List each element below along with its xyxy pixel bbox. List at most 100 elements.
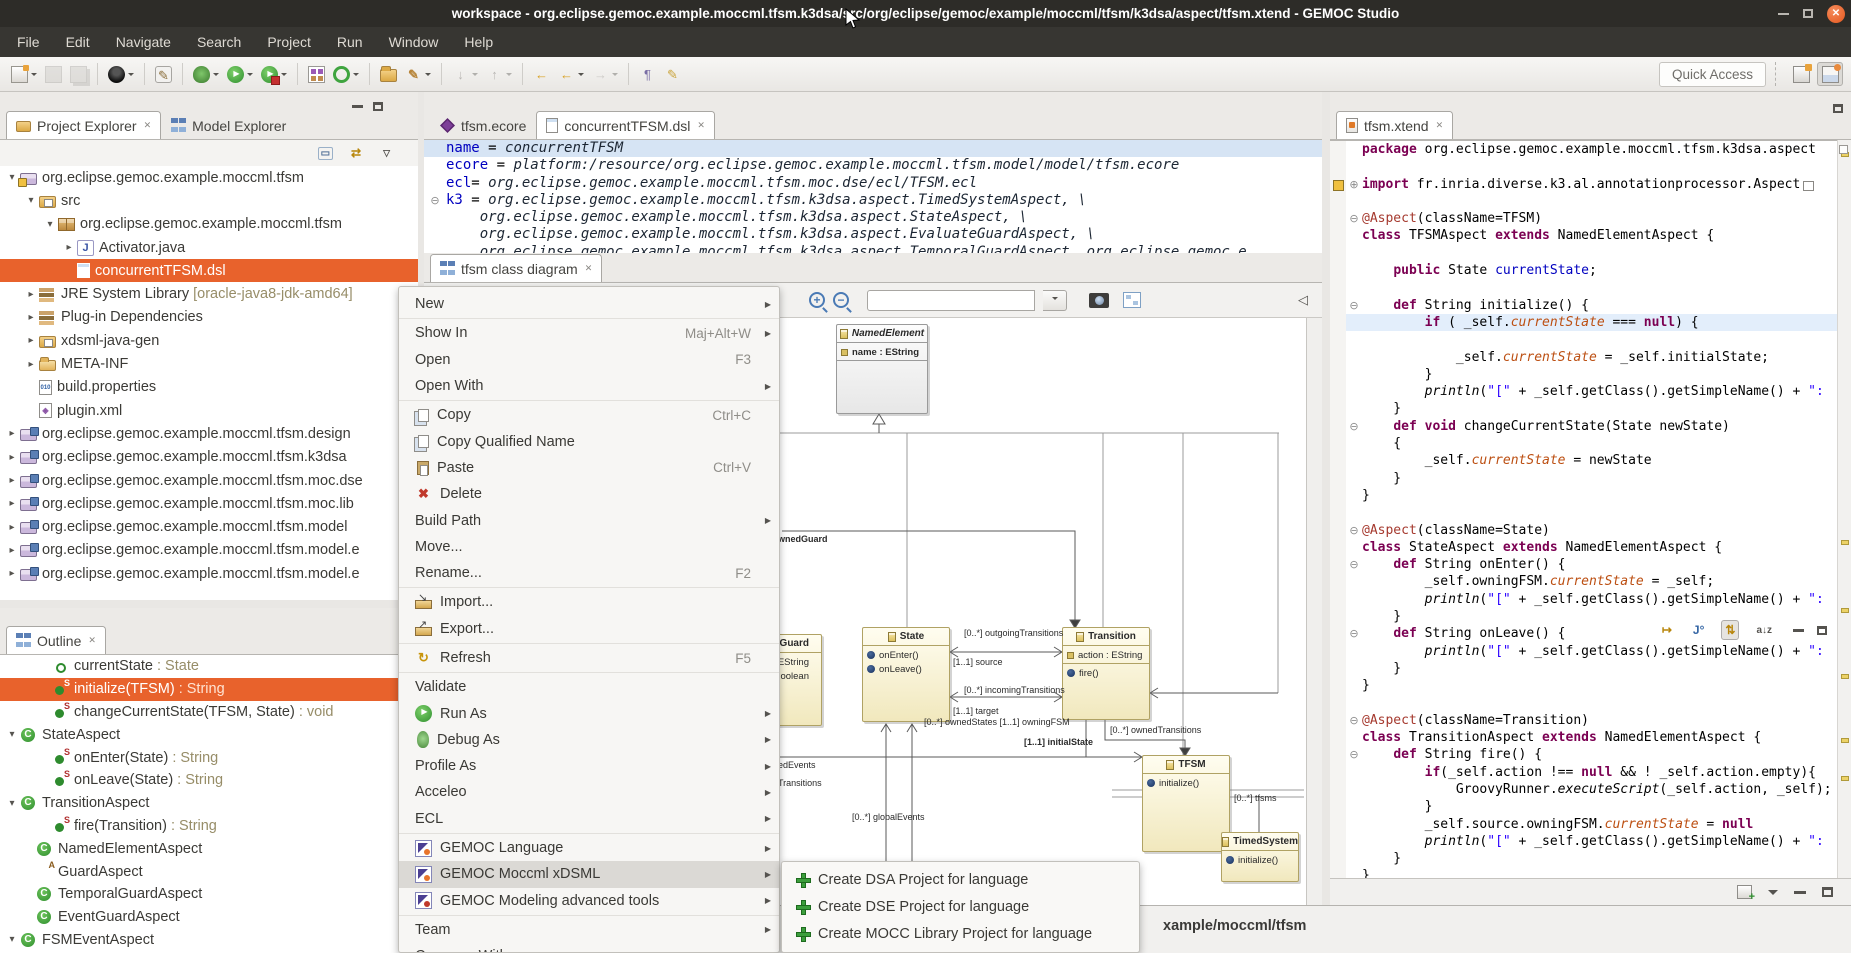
code-line[interactable]: if(_self.action !== null && ! _self.acti… [1330, 764, 1851, 781]
outline-item-namedelementaspect[interactable]: NamedElementAspect [0, 837, 418, 860]
fold-open-icon[interactable]: ⊖ [1346, 297, 1362, 314]
view-menu-icon[interactable]: ▽ [379, 145, 394, 162]
tab-project-explorer[interactable]: Project Explorer✕ [6, 111, 161, 139]
code-line[interactable]: ⊖ def String onEnter() { [1330, 556, 1851, 573]
tree-item-org-eclipse-gemoc-example-moccml-tfsm-moc-lib[interactable]: ▸org.eclipse.gemoc.example.moccml.tfsm.m… [0, 492, 418, 515]
collapsed-arrow-icon[interactable]: ▸ [4, 568, 20, 579]
palette-collapse-icon[interactable]: ◁ [1298, 292, 1308, 308]
code-line[interactable]: _self.currentState = newState [1330, 452, 1851, 469]
pilcrow-button[interactable] [636, 63, 659, 86]
right-sash[interactable] [1322, 92, 1330, 953]
expanded-arrow-icon[interactable]: ▾ [4, 934, 20, 945]
code-line[interactable] [1330, 331, 1851, 348]
expanded-arrow-icon[interactable]: ▾ [4, 798, 20, 809]
menu-item-open-with[interactable]: Open With▶ [399, 373, 779, 399]
dropdown-arrow-icon[interactable] [128, 73, 134, 79]
dropdown-arrow-icon[interactable] [281, 73, 287, 79]
code-line[interactable]: ⊖k3 = org.eclipse.gemoc.example.moccml.t… [424, 192, 1322, 209]
sort-alphabetically-icon[interactable]: a↓z [1752, 622, 1776, 639]
collapse-all-icon[interactable]: ▭ [318, 147, 333, 160]
code-line[interactable]: package org.eclipse.gemoc.example.moccml… [1330, 141, 1851, 158]
dropdown-arrow-icon[interactable] [612, 73, 618, 79]
menu-item-build-path[interactable]: Build Path▶ [399, 507, 779, 533]
fold-open-icon[interactable]: ⊖ [424, 192, 446, 209]
ruler-marker[interactable] [1841, 540, 1849, 545]
tree-item-xdsml-java-gen[interactable]: ▸xdsml-java-gen [0, 329, 418, 352]
menu-item-delete[interactable]: Delete [399, 481, 779, 507]
menu-item-copy-qualified-name[interactable]: Copy Qualified Name [399, 428, 779, 454]
select-diagram-icon[interactable] [1123, 292, 1141, 308]
brush-button[interactable] [402, 63, 434, 86]
outline-item-onenter-state[interactable]: onEnter(State) : String [0, 746, 418, 769]
menu-item-move[interactable]: Move... [399, 534, 779, 560]
tab-tfsm-xtend[interactable]: tfsm.xtend✕ [1336, 111, 1453, 139]
tree-item-build-properties[interactable]: build.properties [0, 376, 418, 399]
class-namedelement[interactable]: NamedElementname : EString [836, 324, 928, 414]
code-line[interactable]: } [1330, 850, 1851, 867]
minimize-bottom-icon[interactable] [1794, 891, 1806, 894]
export-image-icon[interactable] [1089, 293, 1109, 308]
outline-item-temporalguardaspect[interactable]: TemporalGuardAspect [0, 883, 418, 906]
menubar-item-navigate[interactable]: Navigate [103, 27, 184, 57]
menu-item-ecl[interactable]: ECL▶ [399, 806, 779, 832]
dropdown-arrow-icon[interactable] [31, 73, 37, 79]
dropdown-arrow-icon[interactable] [213, 73, 219, 79]
tab-close-icon[interactable]: ✕ [585, 263, 593, 274]
fold-open-icon[interactable]: ⊖ [1346, 712, 1362, 729]
minimize-view-icon[interactable] [352, 105, 363, 108]
submenu-item-create-dsa-project-for-language[interactable]: Create DSA Project for language [782, 866, 1139, 893]
outline-item-guardaspect[interactable]: GuardAspect [0, 860, 418, 883]
dropdown-arrow-icon[interactable] [472, 73, 478, 79]
code-line[interactable] [1330, 193, 1851, 210]
code-line[interactable]: println("[" + _self.getClass().getSimple… [1330, 643, 1851, 660]
expanded-arrow-icon[interactable]: ▾ [4, 729, 20, 740]
menu-item-paste[interactable]: PasteCtrl+V [399, 455, 779, 481]
ruler-marker[interactable] [1841, 674, 1849, 679]
expanded-arrow-icon[interactable]: ▾ [42, 219, 58, 230]
zoom-in-icon[interactable]: + [809, 292, 825, 308]
operation[interactable]: fire() [1063, 666, 1149, 680]
minimize-icon[interactable] [1778, 13, 1789, 15]
menubar-item-help[interactable]: Help [451, 27, 506, 57]
maximize-bottom-icon[interactable] [1822, 887, 1833, 897]
code-line[interactable]: println("[" + _self.getClass().getSimple… [1330, 591, 1851, 608]
code-line[interactable]: { [1330, 435, 1851, 452]
outline-item-currentstate[interactable]: currentState : State [0, 655, 418, 678]
tab-close-icon[interactable]: ✕ [1436, 120, 1444, 131]
fold-open-icon[interactable]: ⊖ [1346, 746, 1362, 763]
collapsed-arrow-icon[interactable]: ▸ [23, 289, 39, 300]
submenu-item-create-dse-project-for-language[interactable]: Create DSE Project for language [782, 893, 1139, 920]
dsl-editor[interactable]: name = concurrentTFSMecore = platform:/r… [424, 140, 1322, 253]
code-line[interactable]: _self.owningFSM.currentState = _self; [1330, 573, 1851, 590]
code-line[interactable]: println("[" + _self.getClass().getSimple… [1330, 833, 1851, 850]
submenu-item-create-mocc-library-project-for-language[interactable]: Create MOCC Library Project for language [782, 920, 1139, 947]
fold-open-icon[interactable]: ⊖ [1346, 625, 1362, 642]
tree-item-plugin-xml[interactable]: plugin.xml [0, 399, 418, 422]
expanded-arrow-icon[interactable]: ▾ [23, 195, 39, 206]
nextann-button[interactable] [483, 63, 515, 86]
collapsed-arrow-icon[interactable]: ▸ [4, 428, 20, 439]
menu-item-gemoc-modeling-advanced-tools[interactable]: GEMOC Modeling advanced tools▶ [399, 888, 779, 914]
tree-item-org-eclipse-gemoc-example-moccml-tfsm-model-e[interactable]: ▸org.eclipse.gemoc.example.moccml.tfsm.m… [0, 562, 418, 585]
operation[interactable]: initialize() [1222, 853, 1298, 867]
menu-item-copy[interactable]: CopyCtrl+C [399, 402, 779, 428]
hide-static-members-icon[interactable]: J° [1689, 620, 1708, 640]
operation[interactable]: initialize() [1143, 776, 1229, 790]
link-with-editor-icon[interactable]: ⇄ [347, 143, 365, 163]
folder-button[interactable] [377, 63, 400, 85]
class-transition[interactable]: Transitionaction : EStringfire() [1062, 627, 1150, 720]
outline-item-transitionaspect[interactable]: ▾TransitionAspect [0, 792, 418, 815]
tree-item-org-eclipse-gemoc-example-moccml-tfsm-model[interactable]: ▸org.eclipse.gemoc.example.moccml.tfsm.m… [0, 515, 418, 538]
code-line[interactable]: ecl= org.eclipse.gemoc.example.moccml.tf… [424, 175, 1322, 192]
code-line[interactable]: } [1330, 487, 1851, 504]
class-state[interactable]: StateonEnter()onLeave() [862, 627, 950, 722]
save-button[interactable] [42, 63, 65, 86]
dropdown-arrow-icon[interactable] [353, 73, 359, 79]
collapsed-arrow-icon[interactable]: ▸ [23, 312, 39, 323]
tree-item-activator-java[interactable]: ▸Activator.java [0, 236, 418, 259]
menubar-item-search[interactable]: Search [184, 27, 254, 57]
user-button[interactable] [105, 63, 137, 86]
grid-button[interactable] [305, 63, 328, 86]
feather-button[interactable] [661, 63, 684, 86]
code-line[interactable]: org.eclipse.gemoc.example.moccml.tfsm.k3… [424, 226, 1322, 243]
